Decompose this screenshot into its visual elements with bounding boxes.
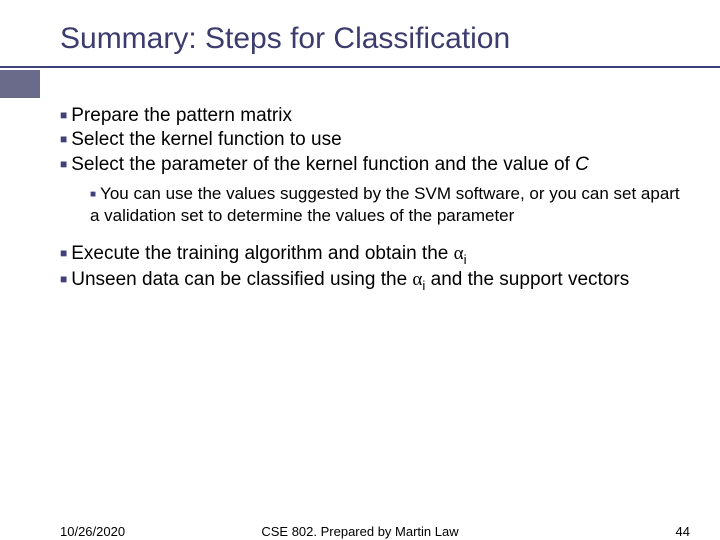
spacer bbox=[60, 232, 690, 242]
bullet-item: ■ Execute the training algorithm and obta… bbox=[60, 242, 690, 268]
bullet-icon: ■ bbox=[60, 246, 67, 260]
bullet-text: Prepare the pattern matrix bbox=[71, 105, 292, 126]
bullet-text: Select the kernel function to use bbox=[71, 129, 341, 150]
slide-content: ■ Prepare the pattern matrix ■ Select the … bbox=[60, 104, 690, 294]
slide-title: Summary: Steps for Classification bbox=[60, 22, 700, 56]
italic-c: C bbox=[575, 154, 589, 175]
bullet-icon: ■ bbox=[60, 132, 67, 146]
sub-bullet-text: You can use the values suggested by the … bbox=[90, 184, 680, 225]
bullet-icon: ■ bbox=[60, 157, 67, 171]
footer-center: CSE 802. Prepared by Martin Law bbox=[0, 524, 720, 539]
title-accent-box bbox=[0, 70, 40, 98]
bullet-icon: ■ bbox=[90, 189, 96, 200]
alpha-symbol: α bbox=[454, 243, 464, 264]
bullet-text: Unseen data can be classified using the bbox=[71, 269, 412, 290]
bullet-text: Execute the training algorithm and obtai… bbox=[71, 243, 453, 264]
bullet-icon: ■ bbox=[60, 108, 67, 122]
alpha-symbol: α bbox=[412, 269, 422, 290]
bullet-item: ■ Select the parameter of the kernel func… bbox=[60, 153, 690, 177]
bullet-item: ■ Unseen data can be classified using the… bbox=[60, 268, 690, 294]
bullet-text-tail: and the support vectors bbox=[425, 269, 629, 290]
footer-page-number: 44 bbox=[676, 524, 690, 539]
bullet-icon: ■ bbox=[60, 272, 67, 286]
sub-bullet-item: ■You can use the values suggested by the… bbox=[90, 183, 690, 227]
bullet-item: ■ Select the kernel function to use bbox=[60, 128, 690, 152]
title-wrap: Summary: Steps for Classification bbox=[60, 22, 700, 56]
bullet-text: Select the parameter of the kernel funct… bbox=[71, 154, 575, 175]
title-underline bbox=[0, 66, 720, 68]
subscript-i: i bbox=[464, 252, 467, 267]
bullet-item: ■ Prepare the pattern matrix bbox=[60, 104, 690, 128]
slide: Summary: Steps for Classification ■ Prepa… bbox=[0, 0, 720, 540]
